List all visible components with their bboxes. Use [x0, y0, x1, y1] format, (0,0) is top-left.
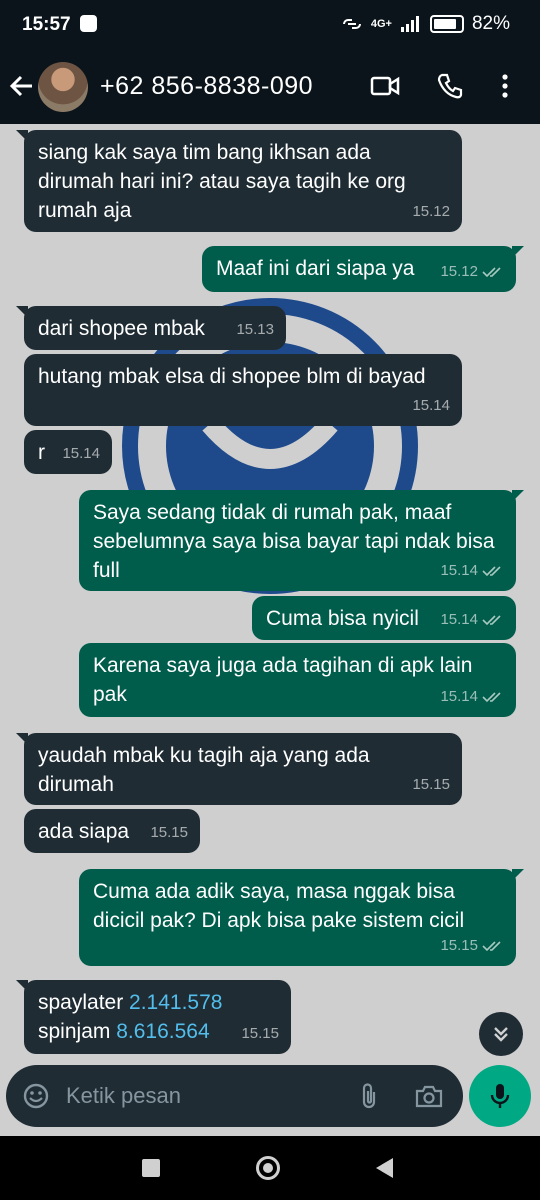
status-time: 15:57: [22, 14, 71, 35]
message-time: 15.12: [440, 257, 504, 286]
message-time: 15.14: [62, 445, 100, 462]
microphone-icon: [490, 1084, 510, 1108]
message-incoming[interactable]: ada siapa 15.15: [24, 809, 200, 853]
message-outgoing[interactable]: Karena saya juga ada tagihan di apk lain…: [79, 643, 516, 717]
read-receipt-icon: [482, 614, 501, 625]
emoji-icon[interactable]: [22, 1082, 50, 1110]
message-incoming[interactable]: dari shopee mbak 15.13: [16, 306, 286, 350]
message-time: 15.12: [412, 203, 450, 220]
scroll-to-bottom-button[interactable]: [479, 1012, 523, 1056]
message-text: Cuma bisa nyicil: [266, 607, 419, 630]
contact-name[interactable]: +62 856-8838-090: [100, 72, 313, 101]
message-text: siang kak saya tim bang ikhsan ada dirum…: [38, 141, 406, 222]
message-time: 15.14: [412, 397, 450, 414]
status-icons: 4G+ 82%: [341, 13, 510, 35]
phone-call-icon[interactable]: [436, 72, 464, 100]
read-receipt-icon: [482, 266, 501, 277]
recent-apps-icon[interactable]: [142, 1159, 160, 1177]
message-time: 15.14: [440, 682, 504, 711]
signal-icon: [400, 16, 419, 32]
video-call-icon[interactable]: [370, 74, 400, 98]
system-back-icon[interactable]: [376, 1158, 393, 1178]
message-text: Karena saya juga ada tagihan di apk lain…: [93, 654, 473, 706]
message-line: spaylater 2.141.578: [38, 991, 223, 1014]
system-nav-bar: [0, 1136, 540, 1200]
message-input-bar[interactable]: Ketik pesan: [6, 1065, 463, 1127]
message-time: 15.15: [150, 824, 188, 841]
attach-icon[interactable]: [358, 1082, 380, 1110]
notification-icon: [80, 15, 97, 32]
battery-icon: [429, 15, 464, 33]
message-incoming[interactable]: siang kak saya tim bang ikhsan ada dirum…: [16, 130, 462, 232]
message-time: 15.13: [236, 321, 274, 338]
link-icon: [342, 19, 361, 29]
message-text: yaudah mbak ku tagih aja yang ada diruma…: [38, 744, 370, 796]
number-link[interactable]: 2.141.578: [129, 991, 222, 1014]
message-incoming[interactable]: hutang mbak elsa di shopee blm di bayad …: [24, 354, 462, 426]
message-incoming[interactable]: spaylater 2.141.578 spinjam 8.616.564 15…: [16, 980, 291, 1054]
home-icon[interactable]: [256, 1156, 280, 1180]
message-incoming[interactable]: r 15.14: [24, 430, 112, 474]
network-type: 4G+: [370, 18, 392, 30]
message-outgoing[interactable]: Cuma bisa nyicil 15.14: [252, 596, 516, 640]
read-receipt-icon: [482, 691, 501, 702]
read-receipt-icon: [482, 940, 501, 951]
status-bar: 15:57 4G+ 82%: [0, 0, 540, 52]
chat-area[interactable]: siang kak saya tim bang ikhsan ada dirum…: [0, 124, 540, 1136]
message-text: dari shopee mbak: [38, 317, 205, 340]
message-time: 15.14: [440, 556, 504, 585]
read-receipt-icon: [482, 565, 501, 576]
chat-header: +62 856-8838-090: [0, 52, 540, 124]
message-outgoing[interactable]: Cuma ada adik saya, masa nggak bisa dici…: [79, 869, 524, 966]
number-link[interactable]: 8.616.564: [116, 1020, 209, 1043]
more-options-icon[interactable]: [500, 72, 510, 100]
message-time: 15.15: [440, 931, 504, 960]
back-arrow-icon[interactable]: [8, 72, 36, 100]
double-chevron-down-icon: [494, 1027, 508, 1042]
message-outgoing[interactable]: Maaf ini dari siapa ya 15.12: [202, 246, 524, 292]
message-text: hutang mbak elsa di shopee blm di bayad: [38, 365, 426, 388]
message-incoming[interactable]: yaudah mbak ku tagih aja yang ada diruma…: [16, 733, 462, 805]
message-outgoing[interactable]: Saya sedang tidak di rumah pak, maaf seb…: [79, 490, 524, 591]
message-time: 15.15: [412, 776, 450, 793]
voice-record-button[interactable]: [469, 1065, 531, 1127]
message-text: Saya sedang tidak di rumah pak, maaf seb…: [93, 501, 495, 582]
message-text: ada siapa: [38, 820, 130, 843]
message-text: r: [38, 441, 45, 464]
message-text: Maaf ini dari siapa ya: [216, 257, 415, 280]
message-input-placeholder[interactable]: Ketik pesan: [66, 1083, 181, 1109]
message-time: 15.14: [440, 605, 504, 634]
message-time: 15.15: [241, 1025, 279, 1042]
camera-icon[interactable]: [414, 1082, 444, 1110]
battery-percent: 82%: [471, 13, 510, 34]
message-text: Cuma ada adik saya, masa nggak bisa dici…: [93, 880, 465, 932]
contact-avatar[interactable]: [38, 62, 88, 112]
